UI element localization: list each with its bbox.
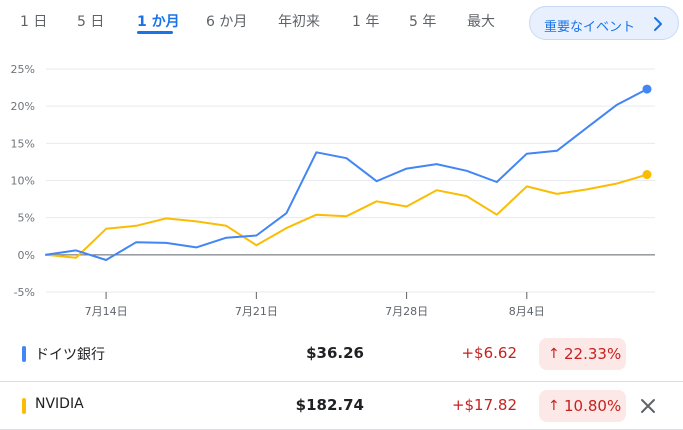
y-tick-label: 20% [11,100,35,113]
range-tab-1y[interactable]: 1 年 [352,11,379,31]
holding-percent-badge: ↑ 10.80% [539,390,626,422]
holding-row-nvidia[interactable]: NVIDIA $182.74 +$17.82 ↑ 10.80% [0,381,683,430]
arrow-up-icon: ↑ [548,346,560,362]
y-tick-label: 0% [18,249,35,262]
series-line-nvidia [45,173,648,259]
y-tick-label: 10% [11,175,35,188]
series-line-deutsche-bank [45,88,648,261]
chart-x-axis: 7月14日 7月21日 7月28日 8月4日 [85,292,545,318]
holding-percent-badge: ↑ 22.33% [539,338,626,370]
x-tick-label: 7月28日 [385,305,428,318]
key-events-button[interactable]: 重要なイベント [529,6,679,40]
holding-percent: 22.33% [564,345,622,363]
x-tick-label: 7月14日 [85,305,128,318]
holding-change: +$17.82 [451,396,517,414]
holding-name: NVIDIA [35,396,84,412]
range-tab-6m[interactable]: 6 か月 [206,11,247,31]
range-tab-5y[interactable]: 5 年 [409,11,436,31]
x-tick-label: 7月21日 [235,305,278,318]
holding-change: +$6.62 [461,344,517,362]
y-tick-label: -5% [14,286,35,299]
arrow-up-icon: ↑ [548,398,560,414]
range-tab-ytd[interactable]: 年初来 [278,11,320,31]
x-tick-label: 8月4日 [509,305,545,318]
holding-price: $182.74 [295,396,364,414]
holding-row-deutsche-bank[interactable]: ドイツ銀行 $36.26 +$6.62 ↑ 22.33% [0,330,683,378]
series-color-swatch [22,346,26,362]
y-tick-label: 15% [11,137,35,150]
chevron-right-icon [654,17,662,31]
holding-price: $36.26 [306,344,364,362]
series-end-point-nvidia [642,170,652,180]
range-tab-1d[interactable]: 1 日 [20,11,47,31]
range-tabs: 1 日 5 日 1 か月 6 か月 年初来 1 年 5 年 最大 重要なイベント [0,0,683,48]
range-tab-1m[interactable]: 1 か月 [137,11,180,31]
chart-lines [45,84,652,261]
y-tick-label: 25% [11,63,35,76]
close-icon[interactable] [638,396,658,416]
series-color-swatch [22,398,26,414]
chart-grid: 25% 20% 15% 10% 5% 0% -5% [11,63,655,299]
range-tab-max[interactable]: 最大 [467,11,495,31]
holding-name: ドイツ銀行 [35,347,105,363]
active-tab-indicator [137,31,173,34]
comparison-chart[interactable]: 25% 20% 15% 10% 5% 0% -5% 7月14日 7月21日 7月28日 8月4日 [0,50,683,325]
series-end-point-deutsche-bank [642,84,652,94]
y-tick-label: 5% [18,212,35,225]
key-events-label: 重要なイベント [544,20,636,35]
range-tab-5d[interactable]: 5 日 [77,11,104,31]
holding-percent: 10.80% [564,397,622,415]
